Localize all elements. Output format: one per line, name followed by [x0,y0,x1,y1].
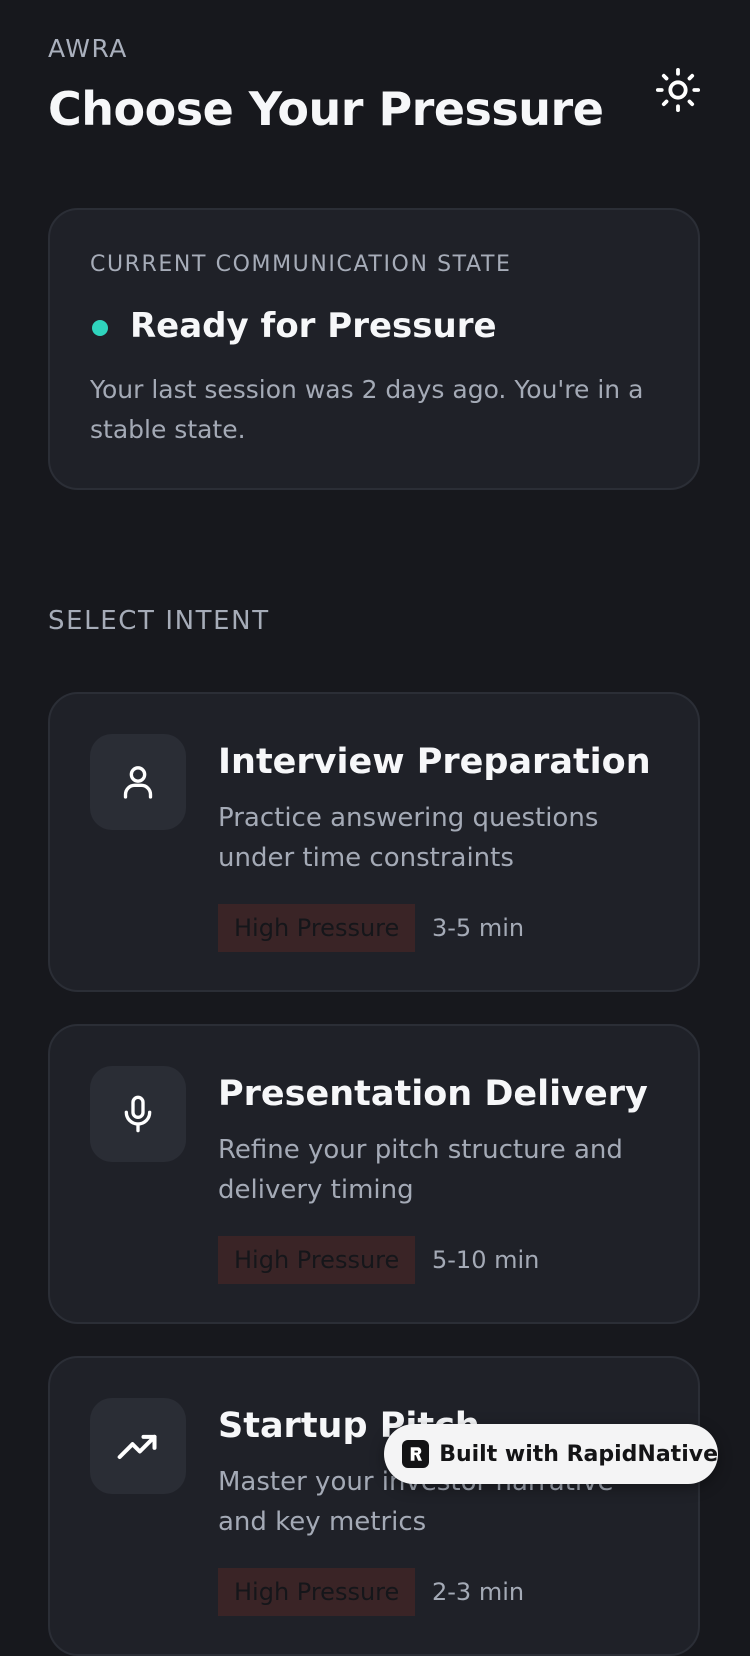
app-label: AWRA [48,34,128,63]
intent-icon-box [90,1066,186,1162]
theme-toggle-button[interactable] [652,64,704,116]
intent-description: Practice answering questions under time … [218,803,599,873]
state-status: Ready for Pressure [130,306,497,346]
page-title: Choose Your Pressure [48,82,604,136]
user-icon [123,766,153,799]
trending-up-icon [117,1434,157,1460]
intent-card-startup-pitch[interactable]: Startup Pitch Master your investor narra… [48,1356,700,1656]
intent-icon-box [90,734,186,830]
state-eyebrow: CURRENT COMMUNICATION STATE [90,252,512,277]
intent-card-presentation[interactable]: Presentation Delivery Refine your pitch … [48,1024,700,1324]
pressure-badge: High Pressure [218,904,416,952]
intent-card-interview[interactable]: Interview Preparation Practice answering… [48,692,700,992]
sun-icon [655,67,701,113]
section-label: SELECT INTENT [48,606,270,636]
duration-label: 3-5 min [432,914,525,942]
duration-label: 2-3 min [432,1578,525,1606]
status-dot [92,320,108,336]
pressure-badge: High Pressure [218,1236,416,1284]
state-description: Your last session was 2 days ago. You're… [90,375,644,444]
rapidnative-logo-icon [402,1440,430,1468]
intent-description: Refine your pitch structure and delivery… [218,1135,623,1205]
built-with-rapidnative-badge[interactable]: Built with RapidNative [384,1424,718,1484]
duration-label: 5-10 min [432,1246,540,1274]
microphone-icon [124,1095,152,1133]
intent-title: Interview Preparation [218,742,651,782]
intent-title: Presentation Delivery [218,1074,648,1114]
pressure-badge: High Pressure [218,1568,416,1616]
intent-icon-box [90,1398,186,1494]
communication-state-card: CURRENT COMMUNICATION STATE Ready for Pr… [48,208,700,490]
built-badge-label: Built with RapidNative [439,1441,718,1467]
